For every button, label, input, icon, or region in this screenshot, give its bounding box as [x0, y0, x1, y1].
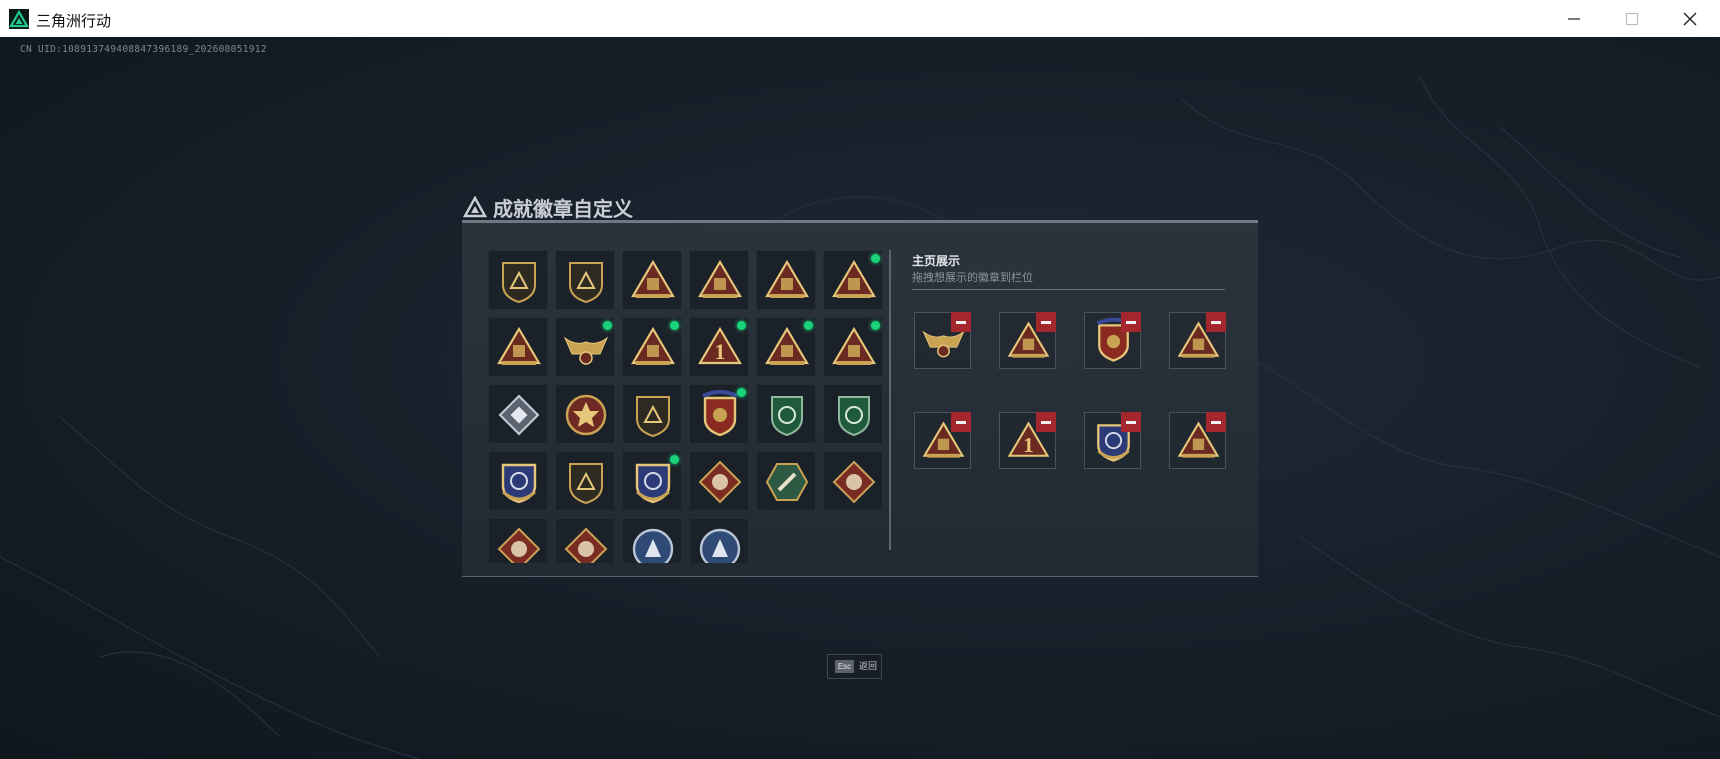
- lion-shield-badge-icon: [771, 396, 803, 437]
- star-wreath-badge-icon: [565, 394, 607, 436]
- maximize-button[interactable]: [1604, 0, 1660, 37]
- badge-cell[interactable]: [756, 250, 816, 310]
- crate-triangle-badge-icon: [765, 259, 809, 298]
- badge-cell[interactable]: [488, 317, 548, 377]
- uid-label: CN UID:10891374940884739618​9_2026080519…: [20, 44, 267, 55]
- rifle-blue-shield-badge-icon: [501, 463, 537, 504]
- wolf-round-badge-icon: [632, 528, 674, 563]
- app-logo-icon: [9, 9, 29, 29]
- new-indicator-dot: [804, 321, 813, 330]
- helicopter-badge-icon: [569, 262, 603, 304]
- badge-cell[interactable]: [689, 518, 749, 563]
- remove-icon[interactable]: [1036, 312, 1056, 332]
- wings-shield-badge-icon: [838, 396, 870, 437]
- new-indicator-dot: [603, 321, 612, 330]
- display-divider: [912, 289, 1225, 290]
- remove-icon[interactable]: [951, 312, 971, 332]
- display-slot[interactable]: [914, 412, 971, 469]
- shield-triangle-badge-icon: [502, 262, 536, 304]
- cube-diamond-badge-icon: [498, 394, 540, 436]
- wolf-round-badge-icon: [699, 528, 741, 563]
- remove-icon[interactable]: [1036, 412, 1056, 432]
- badge-cell[interactable]: [488, 518, 548, 563]
- badge-cell[interactable]: [756, 317, 816, 377]
- new-indicator-dot: [670, 455, 679, 464]
- lamp-triangle-badge-icon: [698, 259, 742, 298]
- window-title: 三角洲行动: [36, 13, 112, 30]
- badge-cell[interactable]: [756, 451, 816, 511]
- badge-cell[interactable]: 1: [689, 317, 749, 377]
- badge-cell[interactable]: [622, 317, 682, 377]
- badge-cell[interactable]: [555, 250, 615, 310]
- esc-key-hint: Esc: [835, 660, 854, 673]
- badge-cell[interactable]: [756, 384, 816, 444]
- runner-diamond-badge-icon: [564, 527, 608, 563]
- remove-icon[interactable]: [1121, 312, 1141, 332]
- badge-cell[interactable]: [488, 384, 548, 444]
- new-indicator-dot: [871, 321, 880, 330]
- close-icon: [1683, 12, 1697, 26]
- remove-icon[interactable]: [1206, 412, 1226, 432]
- fox-diamond-badge-icon: [698, 460, 742, 504]
- dragon-diamond-badge-icon: [497, 527, 541, 563]
- badge-cell[interactable]: [488, 451, 548, 511]
- maximize-icon: [1626, 13, 1638, 25]
- panel-divider: [889, 250, 891, 550]
- display-title: 主页展示: [912, 254, 961, 268]
- remove-icon[interactable]: [1206, 312, 1226, 332]
- panel-title-text: 成就徽章自定义: [493, 199, 633, 221]
- display-slot[interactable]: [1169, 312, 1226, 369]
- warehouse-triangle-badge-icon: [631, 259, 675, 298]
- badge-cell[interactable]: [823, 384, 883, 444]
- rifle-dark-shield-badge-icon: [569, 463, 603, 505]
- display-slot[interactable]: [1084, 312, 1141, 369]
- badge-cell[interactable]: [622, 518, 682, 563]
- badge-customize-panel: 1 主页展示 拖拽想展示的徽章到栏位 1: [462, 220, 1258, 577]
- tower-triangle-badge-icon: [497, 326, 541, 365]
- new-indicator-dot: [737, 388, 746, 397]
- badge-cell[interactable]: [555, 518, 615, 563]
- chevron-shield-badge-icon: [636, 396, 670, 438]
- badge-cell[interactable]: [823, 451, 883, 511]
- back-button[interactable]: Esc 返回: [827, 654, 882, 679]
- display-slot[interactable]: 1: [999, 412, 1056, 469]
- minimize-icon: [1568, 18, 1580, 20]
- new-indicator-dot: [871, 254, 880, 263]
- minimize-button[interactable]: [1546, 0, 1602, 37]
- badge-cell[interactable]: [622, 250, 682, 310]
- badge-cell[interactable]: [622, 384, 682, 444]
- display-subtitle: 拖拽想展示的徽章到栏位: [912, 272, 1033, 284]
- display-slot[interactable]: [914, 312, 971, 369]
- badge-cell[interactable]: [689, 250, 749, 310]
- display-slot[interactable]: [1084, 412, 1141, 469]
- wrench-hexagon-badge-icon: [765, 463, 809, 501]
- badge-cell[interactable]: [555, 317, 615, 377]
- badge-cell[interactable]: [823, 250, 883, 310]
- display-slot[interactable]: [1169, 412, 1226, 469]
- remove-icon[interactable]: [951, 412, 971, 432]
- badge-cell[interactable]: [622, 451, 682, 511]
- badge-grid: 1: [488, 250, 888, 563]
- svg-text:1: 1: [715, 339, 726, 364]
- dragon-diamond-badge-icon: [832, 460, 876, 504]
- badge-cell[interactable]: [689, 451, 749, 511]
- badge-cell[interactable]: [555, 384, 615, 444]
- back-label: 返回: [859, 661, 878, 671]
- display-slot[interactable]: [999, 312, 1056, 369]
- new-indicator-dot: [737, 321, 746, 330]
- delta-logo-icon: [463, 196, 487, 218]
- new-indicator-dot: [670, 321, 679, 330]
- badge-cell[interactable]: [823, 317, 883, 377]
- svg-text:1: 1: [1023, 433, 1033, 457]
- remove-icon[interactable]: [1121, 412, 1141, 432]
- badge-cell[interactable]: [555, 451, 615, 511]
- badge-cell[interactable]: [689, 384, 749, 444]
- badge-cell[interactable]: [488, 250, 548, 310]
- close-button[interactable]: [1662, 0, 1718, 37]
- window-titlebar: 三角洲行动: [0, 0, 1720, 38]
